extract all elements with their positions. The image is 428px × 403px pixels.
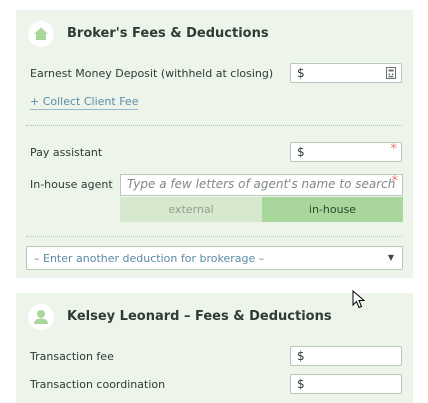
home-icon <box>34 27 48 40</box>
broker-avatar <box>28 21 54 47</box>
toggle-external[interactable]: external <box>120 197 262 222</box>
required-marker: * <box>391 174 399 189</box>
toggle-inhouse[interactable]: in-house <box>262 197 403 222</box>
transaction-coordination-input[interactable]: $ <box>290 374 402 394</box>
pay-assistant-input[interactable]: $ * <box>290 142 402 162</box>
user-icon <box>34 310 48 324</box>
inhouse-agent-label: In-house agent <box>30 178 113 191</box>
earnest-money-input[interactable]: $ <box>290 63 402 83</box>
agent-section-title: Kelsey Leonard – Fees & Deductions <box>67 309 332 324</box>
earnest-money-label: Earnest Money Deposit (withheld at closi… <box>30 67 274 80</box>
calculator-icon[interactable] <box>386 67 396 82</box>
collect-client-fee-link[interactable]: + Collect Client Fee <box>30 95 139 110</box>
transaction-fee-input[interactable]: $ <box>290 346 402 366</box>
pay-assistant-label: Pay assistant <box>30 146 103 159</box>
transaction-fee-value: $ <box>297 349 305 363</box>
transaction-coordination-value: $ <box>297 377 305 391</box>
broker-fees-panel: Broker's Fees & Deductions Earnest Money… <box>16 10 413 278</box>
required-marker: * <box>390 142 398 157</box>
chevron-down-icon: ▼ <box>387 253 394 262</box>
deduction-select-value: – Enter another deduction for brokerage … <box>34 252 265 265</box>
transaction-fee-label: Transaction fee <box>30 350 114 363</box>
mouse-cursor-icon <box>352 290 366 309</box>
agent-search-placeholder: Type a few letters of agent's name to se… <box>127 177 396 191</box>
broker-section-title: Broker's Fees & Deductions <box>67 26 269 41</box>
divider <box>26 125 402 126</box>
deduction-select[interactable]: – Enter another deduction for brokerage … <box>26 246 403 270</box>
agent-search-input[interactable]: Type a few letters of agent's name to se… <box>120 174 403 196</box>
pay-assistant-value: $ <box>297 145 305 159</box>
earnest-money-value: $ <box>297 66 305 80</box>
agent-avatar <box>28 304 54 330</box>
transaction-coordination-label: Transaction coordination <box>30 378 166 391</box>
divider <box>26 236 402 237</box>
